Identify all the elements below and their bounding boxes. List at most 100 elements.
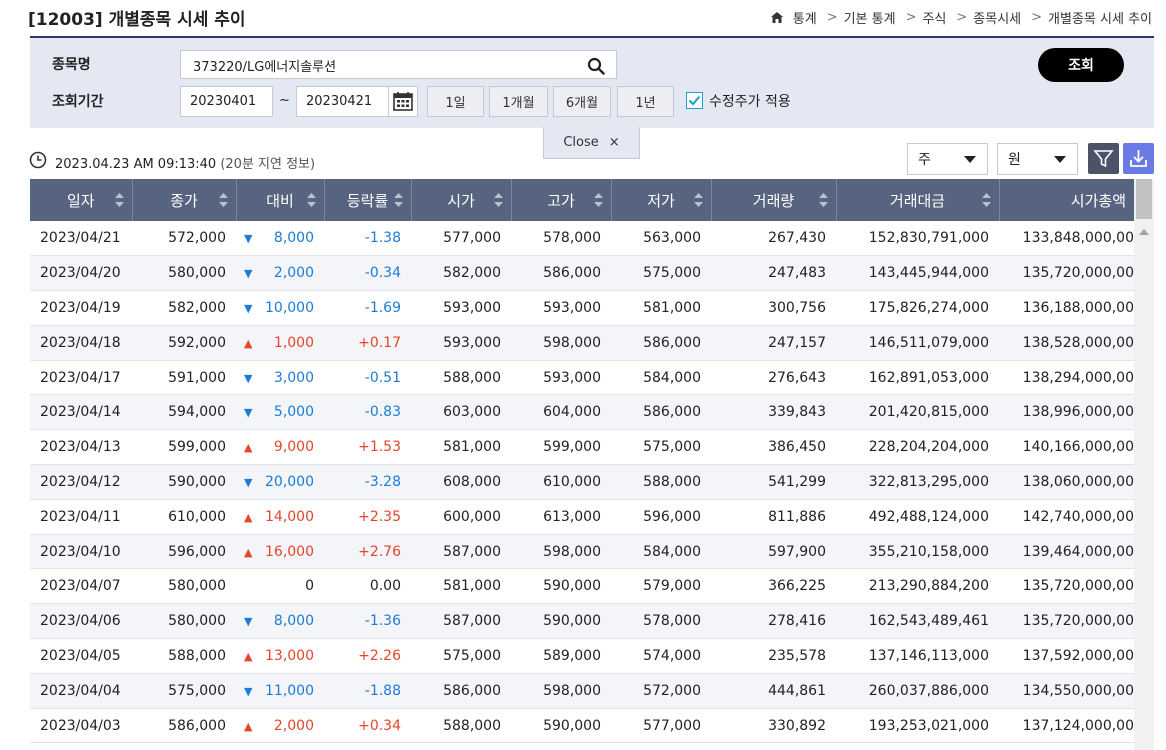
stock-search-input[interactable]: 373220/LG에너지솔루션	[180, 50, 617, 79]
cap-cell: 135,720,000,00	[999, 568, 1134, 605]
cap-cell: 138,060,000,00	[999, 464, 1134, 500]
scrollbar-thumb[interactable]	[1136, 179, 1152, 219]
date-cell: 2023/04/11	[30, 499, 132, 535]
change-cell: ▼ 8,000	[236, 221, 324, 257]
breadcrumb-item[interactable]: 기본 통계	[844, 8, 896, 27]
download-button[interactable]	[1123, 143, 1154, 174]
date-from-input[interactable]: 20230401	[180, 86, 273, 117]
value-cell: 213,290,884,200	[836, 568, 999, 605]
date-cell: 2023/04/05	[30, 638, 132, 674]
column-header[interactable]: 종가	[132, 179, 237, 221]
close-cell: 580,000	[132, 603, 236, 640]
open-cell: 588,000	[411, 360, 511, 396]
adjusted-price-label[interactable]: 수정주가 적용	[709, 91, 791, 111]
triangle-down-icon: ▼	[244, 371, 253, 385]
column-header[interactable]: 대비	[236, 179, 325, 221]
period-1d-button[interactable]: 1일	[427, 86, 484, 117]
breadcrumb-item[interactable]: 개별종목 시세 추이	[1048, 8, 1152, 27]
column-header[interactable]: 저가	[611, 179, 712, 221]
low-cell: 578,000	[611, 603, 711, 640]
column-header[interactable]: 고가	[511, 179, 612, 221]
column-header[interactable]: 거래대금	[836, 179, 1000, 221]
home-icon[interactable]	[770, 12, 783, 23]
date-cell: 2023/04/20	[30, 255, 132, 292]
high-cell: 610,000	[511, 464, 611, 500]
date-cell: 2023/04/19	[30, 290, 132, 326]
table-row: 2023/04/03 586,000 ▲ 2,000 +0.34 588,000 590,0…	[30, 708, 1134, 744]
breadcrumb-item[interactable]: 종목시세	[973, 8, 1021, 27]
price-table: 일자 종가 대비 등락률 시가 고가 저가 거래량 거래대금 시가총액 2023/04/21 572…	[30, 179, 1154, 750]
low-cell: 574,000	[611, 638, 711, 674]
breadcrumb-item[interactable]: 주식	[922, 8, 946, 27]
period-6m-button[interactable]: 6개월	[553, 86, 611, 117]
calendar-icon	[393, 92, 413, 111]
table-row: 2023/04/06 580,000 ▼ 8,000 -1.36 587,000 590,0…	[30, 603, 1134, 640]
volume-cell: 444,861	[711, 673, 836, 709]
date-to-input[interactable]: 20230421	[296, 86, 389, 117]
sort-icon[interactable]	[306, 193, 316, 207]
column-header[interactable]: 거래량	[711, 179, 837, 221]
sort-icon[interactable]	[493, 193, 503, 207]
cap-cell: 134,550,000,00	[999, 673, 1134, 709]
change-value: 0	[305, 578, 314, 595]
open-cell: 586,000	[411, 673, 511, 709]
change-value: 13,000	[265, 647, 314, 664]
chevron-right-icon: >	[956, 10, 968, 25]
breadcrumb-item[interactable]: 통계	[793, 8, 817, 27]
high-cell: 593,000	[511, 360, 611, 396]
triangle-down-icon: ▼	[244, 615, 253, 629]
sort-icon[interactable]	[114, 193, 124, 207]
volume-cell: 247,483	[711, 255, 836, 292]
column-header[interactable]: 시가총액	[999, 179, 1134, 221]
calendar-button[interactable]	[388, 86, 418, 117]
period-1m-button[interactable]: 1개월	[489, 86, 548, 117]
period-1y-button[interactable]: 1년	[617, 86, 674, 117]
column-header[interactable]: 일자	[30, 179, 133, 221]
cap-cell: 138,996,000,00	[999, 394, 1134, 431]
close-cell: 596,000	[132, 534, 236, 570]
currency-select[interactable]: 원	[997, 143, 1078, 175]
query-button[interactable]: 조회	[1038, 48, 1124, 82]
date-cell: 2023/04/21	[30, 221, 132, 257]
chevron-right-icon: >	[826, 10, 838, 25]
rate-cell: -1.88	[324, 673, 411, 709]
triangle-down-icon: ▼	[244, 684, 253, 698]
sort-icon[interactable]	[393, 193, 403, 207]
close-panel-button[interactable]: Close ×	[543, 127, 640, 159]
unit-select[interactable]: 주	[907, 143, 988, 175]
date-cell: 2023/04/03	[30, 708, 132, 744]
change-value: 8,000	[273, 230, 314, 247]
date-cell: 2023/04/17	[30, 360, 132, 396]
chevron-right-icon: >	[905, 10, 917, 25]
rate-cell: -3.28	[324, 464, 411, 500]
vertical-scrollbar[interactable]	[1134, 179, 1154, 750]
rate-cell: -1.36	[324, 603, 411, 640]
scroll-up-arrow-icon[interactable]	[1139, 229, 1149, 235]
table-row: 2023/04/17 591,000 ▼ 3,000 -0.51 588,000 593,0…	[30, 360, 1134, 396]
high-cell: 590,000	[511, 603, 611, 640]
column-header[interactable]: 등락률	[324, 179, 412, 221]
clock-icon	[29, 151, 47, 169]
table-row: 2023/04/18 592,000 ▲ 1,000 +0.17 593,000 598,0…	[30, 325, 1134, 361]
cap-cell: 137,124,000,00	[999, 708, 1134, 744]
triangle-down-icon: ▼	[244, 267, 253, 281]
sort-icon[interactable]	[693, 193, 703, 207]
adjusted-price-checkbox[interactable]	[686, 92, 703, 109]
column-header[interactable]: 시가	[411, 179, 512, 221]
sort-icon[interactable]	[593, 193, 603, 207]
close-cell: 582,000	[132, 290, 236, 326]
filter-button[interactable]	[1088, 143, 1119, 174]
volume-cell: 386,450	[711, 429, 836, 466]
sort-icon[interactable]	[981, 193, 991, 207]
open-cell: 587,000	[411, 534, 511, 570]
column-header-label: 시가	[447, 191, 475, 210]
low-cell: 581,000	[611, 290, 711, 326]
search-icon[interactable]	[587, 57, 605, 75]
sort-icon[interactable]	[818, 193, 828, 207]
low-cell: 586,000	[611, 394, 711, 431]
sort-icon[interactable]	[218, 193, 228, 207]
change-value: 11,000	[265, 682, 314, 699]
value-cell: 228,204,204,000	[836, 429, 999, 466]
volume-cell: 366,225	[711, 568, 836, 605]
low-cell: 572,000	[611, 673, 711, 709]
